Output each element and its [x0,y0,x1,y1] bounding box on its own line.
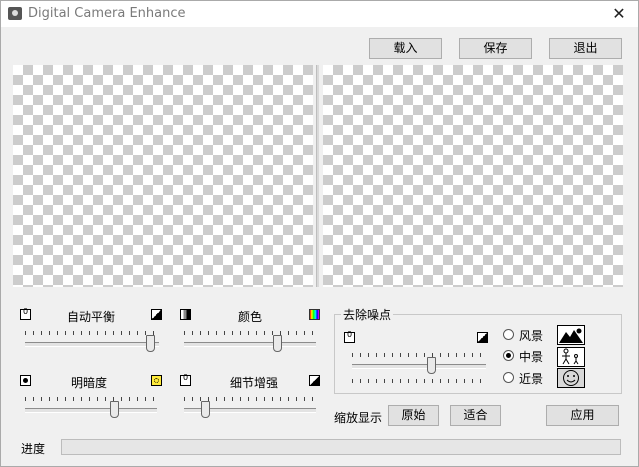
app-window: Digital Camera Enhance ✕ 载入 保存 退出 自动平衡 颜… [0,0,639,467]
original-image-panel[interactable] [13,65,313,287]
denoise-slider[interactable] [352,353,486,383]
denoise-thumb[interactable] [427,357,436,374]
radio-closeup[interactable] [503,372,514,383]
detail-max-icon [309,375,320,386]
denoise-min-icon [344,330,355,343]
radio-landscape[interactable] [503,329,514,340]
detail-min-icon [180,373,191,386]
camera-icon [8,7,22,20]
color-thumb[interactable] [273,335,282,352]
brightness-max-icon [151,375,162,386]
brightness-label: 明暗度 [71,376,108,390]
progress-label: 进度 [21,442,46,456]
midrange-label[interactable]: 中景 [519,348,543,365]
landscape-icon [557,325,585,345]
slider-ticks [184,331,316,335]
radio-midrange[interactable] [503,350,514,361]
white-balance-thumb[interactable] [146,335,155,352]
color-slider[interactable] [184,331,316,355]
slider-track [184,342,316,347]
slider-ticks [352,353,486,357]
color-min-icon [180,309,191,320]
load-button[interactable]: 载入 [369,38,442,59]
exit-button[interactable]: 退出 [549,38,622,59]
closeup-label[interactable]: 近景 [519,370,543,387]
white-balance-slider[interactable] [25,331,159,355]
color-max-icon [309,309,320,320]
landscape-icon-graphic [559,328,583,343]
detail-label: 细节增强 [230,376,279,390]
slider-ticks-bottom [352,379,486,383]
color-label: 颜色 [238,310,263,324]
wb-min-icon [20,307,31,320]
zoom-fit-button[interactable]: 适合 [450,405,501,426]
brightness-slider[interactable] [25,397,157,421]
brightness-thumb[interactable] [110,401,119,418]
slider-track [25,408,157,413]
window-title: Digital Camera Enhance [28,6,186,21]
save-button[interactable]: 保存 [459,38,532,59]
title-bar[interactable]: Digital Camera Enhance ✕ [1,1,638,27]
slider-track [25,342,159,347]
apply-button[interactable]: 应用 [546,405,619,426]
brightness-min-icon [20,375,31,386]
zoom-original-button[interactable]: 原始 [388,405,439,426]
slider-track [352,364,486,369]
people-icon [557,347,585,367]
panel-divider [316,65,319,287]
slider-ticks [25,331,159,335]
people-icon-graphic [562,348,579,365]
close-icon[interactable]: ✕ [607,3,631,25]
enhanced-image-panel[interactable] [323,65,623,287]
zoom-label: 缩放显示 [334,411,383,425]
wb-max-icon [151,309,162,320]
face-icon [557,368,585,388]
white-balance-label: 自动平衡 [67,310,116,324]
denoise-max-icon [477,332,488,343]
face-icon-graphic [563,370,579,386]
progress-bar [61,439,621,455]
landscape-label[interactable]: 风景 [519,327,543,344]
slider-ticks [25,397,157,401]
detail-slider[interactable] [184,397,316,421]
detail-thumb[interactable] [201,401,210,418]
denoise-title: 去除噪点 [341,306,394,323]
